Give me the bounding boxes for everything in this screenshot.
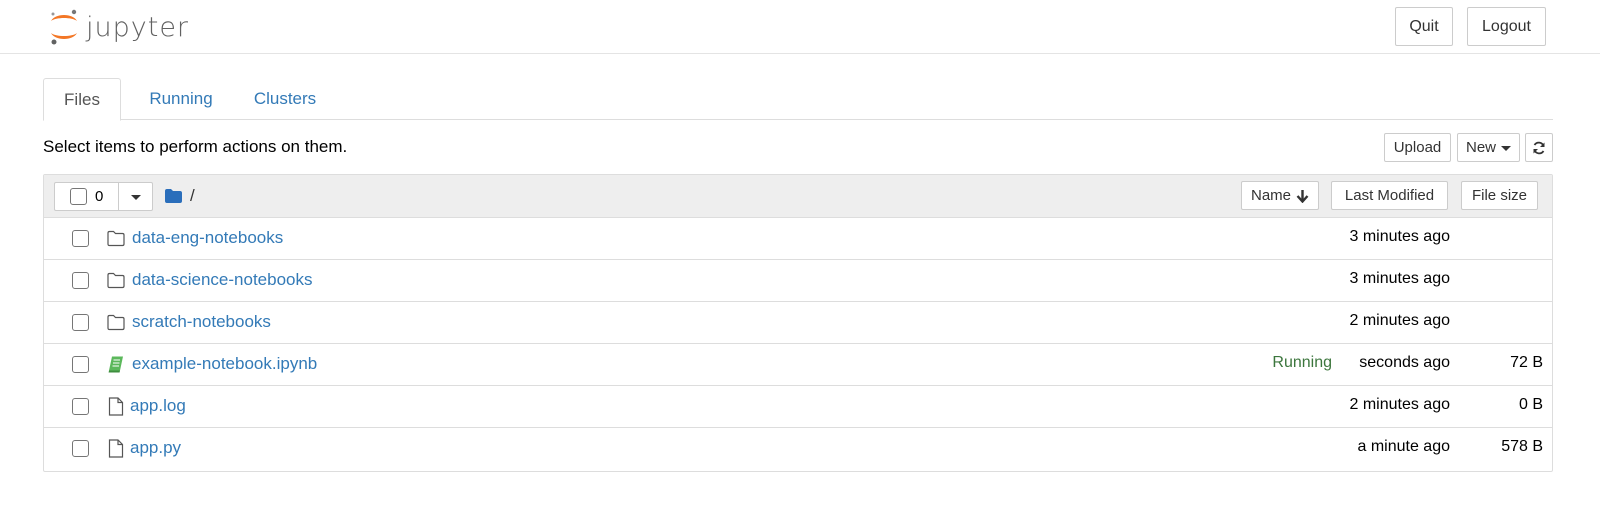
- quit-button[interactable]: Quit: [1395, 7, 1453, 46]
- file-icon: [108, 397, 124, 416]
- selection-hint: Select items to perform actions on them.: [43, 137, 348, 156]
- item-checkbox[interactable]: [72, 398, 89, 415]
- item-name-link[interactable]: data-eng-notebooks: [132, 228, 283, 248]
- logout-button[interactable]: Logout: [1467, 7, 1546, 46]
- breadcrumb-root[interactable]: /: [190, 186, 195, 206]
- sort-name-label: Name: [1250, 187, 1291, 204]
- sort-by-name-button[interactable]: Name: [1241, 181, 1319, 210]
- item-checkbox[interactable]: [72, 272, 89, 289]
- list-item[interactable]: data-science-notebooks 3 minutes ago: [44, 260, 1552, 302]
- item-modified: 2 minutes ago: [1349, 396, 1450, 413]
- file-list: 0 / Name Last Modified File size data-en…: [43, 174, 1553, 472]
- tab-files[interactable]: Files: [43, 78, 121, 121]
- jupyter-logo-icon: [51, 9, 77, 45]
- item-checkbox[interactable]: [72, 314, 89, 331]
- item-modified: 3 minutes ago: [1349, 228, 1450, 245]
- list-item[interactable]: data-eng-notebooks 3 minutes ago: [44, 218, 1552, 260]
- breadcrumb[interactable]: /: [165, 185, 195, 207]
- notebook-icon: [108, 356, 123, 373]
- new-dropdown-button[interactable]: New: [1457, 133, 1520, 162]
- item-size: 0 B: [1518, 396, 1543, 413]
- item-checkbox[interactable]: [72, 440, 89, 457]
- running-status: Running: [1272, 354, 1332, 371]
- item-modified: seconds ago: [1359, 354, 1450, 371]
- selected-count: 0: [95, 188, 104, 205]
- caret-down-icon: [130, 195, 141, 200]
- folder-icon: [107, 272, 125, 289]
- item-name-link[interactable]: data-science-notebooks: [132, 270, 313, 290]
- item-modified: 2 minutes ago: [1349, 312, 1450, 329]
- upload-button[interactable]: Upload: [1384, 133, 1451, 162]
- sort-by-size-button[interactable]: File size: [1461, 181, 1538, 210]
- item-name-link[interactable]: example-notebook.ipynb: [132, 354, 317, 374]
- select-all-toggle[interactable]: 0: [55, 183, 120, 210]
- folder-icon: [107, 230, 125, 247]
- list-item[interactable]: app.log 2 minutes ago 0 B: [44, 386, 1552, 428]
- logo-text: jupyter: [86, 11, 190, 43]
- list-item[interactable]: example-notebook.ipynb Running seconds a…: [44, 344, 1552, 386]
- item-modified: a minute ago: [1357, 438, 1450, 455]
- item-name-link[interactable]: scratch-notebooks: [132, 312, 271, 332]
- file-icon: [108, 439, 124, 458]
- folder-icon: [165, 189, 182, 203]
- tab-running[interactable]: Running: [139, 78, 223, 120]
- select-menu-button[interactable]: [119, 183, 152, 210]
- jupyter-logo[interactable]: jupyter: [48, 7, 198, 47]
- select-all-group: 0: [54, 182, 153, 211]
- tab-clusters[interactable]: Clusters: [239, 78, 331, 120]
- folder-icon: [107, 314, 125, 331]
- refresh-icon: [1533, 141, 1545, 154]
- arrow-down-icon: [1296, 189, 1309, 203]
- caret-down-icon: [1501, 146, 1511, 151]
- select-all-checkbox[interactable]: [70, 188, 87, 205]
- item-checkbox[interactable]: [72, 356, 89, 373]
- list-item[interactable]: app.py a minute ago 578 B: [44, 428, 1552, 470]
- new-label: New: [1465, 139, 1496, 156]
- header: jupyter Quit Logout: [0, 0, 1600, 54]
- item-size: 578 B: [1501, 438, 1543, 455]
- item-name-link[interactable]: app.log: [130, 396, 186, 416]
- item-size: 72 B: [1510, 354, 1543, 371]
- tab-bar: Files Running Clusters: [43, 78, 1553, 121]
- item-name-link[interactable]: app.py: [130, 438, 181, 458]
- list-item[interactable]: scratch-notebooks 2 minutes ago: [44, 302, 1552, 344]
- file-list-header: 0 / Name Last Modified File size: [44, 175, 1552, 218]
- item-checkbox[interactable]: [72, 230, 89, 247]
- sort-by-modified-button[interactable]: Last Modified: [1331, 181, 1448, 210]
- item-modified: 3 minutes ago: [1349, 270, 1450, 287]
- refresh-button[interactable]: [1525, 133, 1553, 162]
